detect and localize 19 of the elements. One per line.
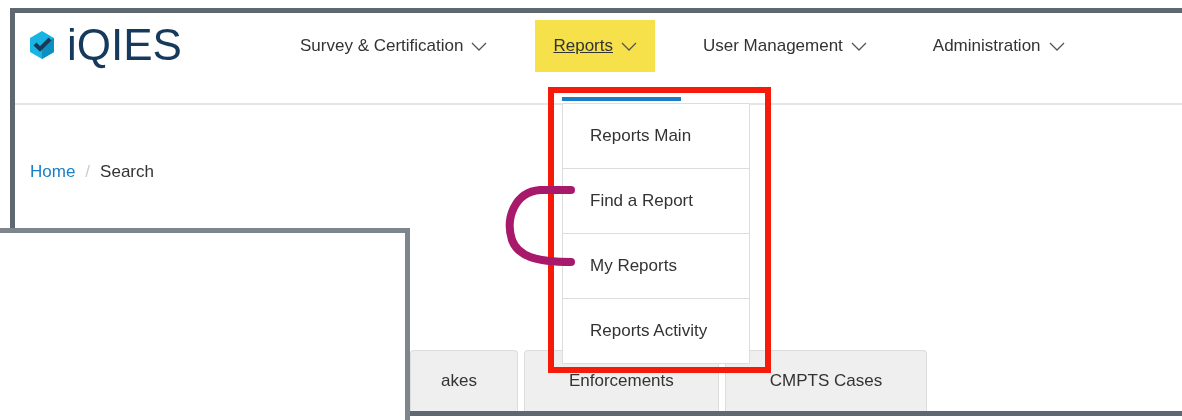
dropdown-item[interactable]: Find a Report: [563, 168, 749, 233]
cube-check-icon: [29, 30, 55, 60]
chevron-down-icon: [850, 41, 867, 51]
tab[interactable]: CMPTS Cases: [724, 350, 928, 411]
nav-menu-item[interactable]: Survey & Certification: [282, 20, 506, 72]
chevron-down-icon: [621, 41, 637, 51]
dropdown-item[interactable]: My Reports: [563, 233, 749, 298]
chevron-down-icon: [1048, 41, 1065, 51]
dropdown-item[interactable]: Reports Main: [563, 104, 749, 168]
nav-menu-item[interactable]: User Management: [685, 20, 885, 72]
breadcrumb-link[interactable]: Home: [30, 162, 76, 182]
nav-menu-item[interactable]: Reports: [535, 20, 655, 72]
app-logo-text: iQIES: [67, 21, 182, 69]
breadcrumb-current: Search: [100, 162, 154, 182]
tab[interactable]: akes: [410, 350, 518, 411]
chevron-down-icon: [471, 41, 488, 51]
nav-menu-item[interactable]: Administration: [914, 20, 1083, 72]
dropdown-item[interactable]: Reports Activity: [563, 298, 749, 363]
breadcrumb-separator: /: [85, 162, 91, 182]
